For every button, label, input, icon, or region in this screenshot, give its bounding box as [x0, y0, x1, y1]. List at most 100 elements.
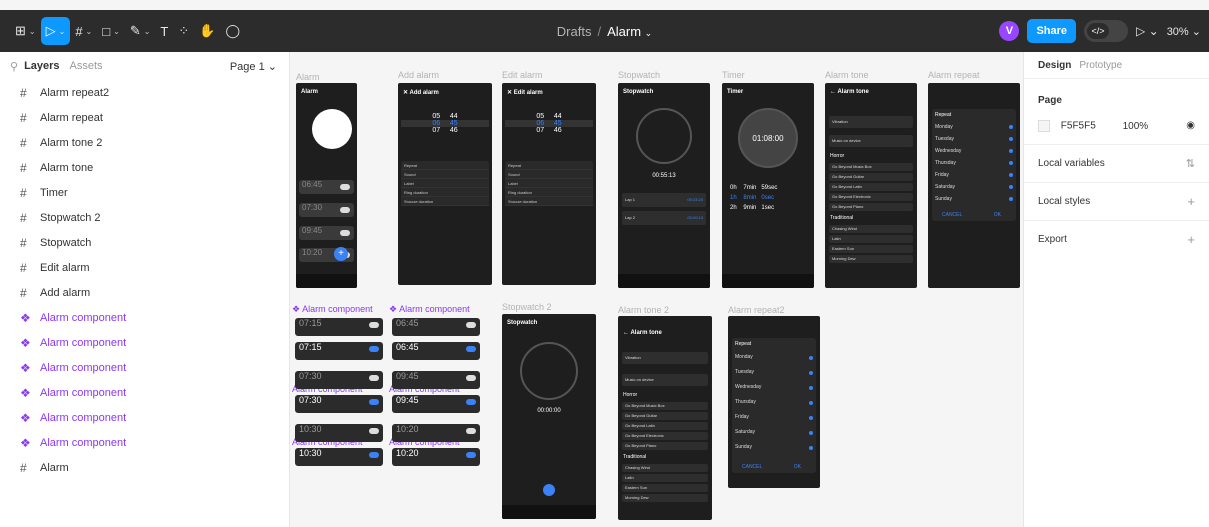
- timer-picker[interactable]: 0h 7min 59sec 1h 8min 0sec 2h 9min 1sec: [730, 183, 808, 213]
- alarm-toggle[interactable]: [466, 322, 476, 328]
- layer-item[interactable]: ❖ Alarm component: [0, 305, 289, 330]
- frame-edit-alarm[interactable]: ✕ Edit alarm 05 44 06 45 07 46 Repeat So…: [502, 83, 596, 285]
- checkbox-checked-icon[interactable]: [1009, 125, 1013, 129]
- dev-mode-toggle[interactable]: </>: [1084, 20, 1129, 42]
- day-row[interactable]: Friday: [732, 410, 816, 425]
- day-row[interactable]: Thursday: [932, 157, 1016, 169]
- cancel-button[interactable]: CANCEL: [742, 464, 762, 470]
- breadcrumb-folder[interactable]: Drafts: [557, 24, 592, 39]
- share-button[interactable]: Share: [1027, 19, 1077, 43]
- eye-icon[interactable]: ◉: [1186, 120, 1195, 131]
- tone-item[interactable]: Go Beyond Piano: [622, 442, 708, 450]
- frame-label-edit-alarm[interactable]: Edit alarm: [502, 70, 543, 80]
- zoom-dropdown[interactable]: 30% ⌄: [1167, 25, 1201, 38]
- frame-label-timer[interactable]: Timer: [722, 70, 745, 80]
- checkbox-checked-icon[interactable]: [1009, 173, 1013, 177]
- tone-item[interactable]: Go Beyond Latin: [829, 183, 913, 191]
- checkbox-checked-icon[interactable]: [809, 415, 813, 420]
- ok-button[interactable]: OK: [994, 212, 1001, 218]
- comment-tool-button[interactable]: ◯: [220, 17, 245, 45]
- frame-label-stopwatch[interactable]: Stopwatch: [618, 70, 660, 80]
- present-button[interactable]: ▷ ⌄: [1136, 24, 1159, 38]
- vibration-row[interactable]: Vibration: [622, 352, 708, 364]
- hand-tool-button[interactable]: ✋: [194, 17, 220, 45]
- day-row[interactable]: Monday: [732, 350, 816, 365]
- alarm-component[interactable]: 10:20: [392, 448, 480, 466]
- alarm-component[interactable]: 06:45: [392, 342, 480, 360]
- vibration-row[interactable]: Vibration: [829, 116, 913, 128]
- tone-item[interactable]: Latin: [622, 474, 708, 482]
- add-export-icon[interactable]: +: [1187, 221, 1195, 259]
- tone-item[interactable]: Morning Dew: [829, 255, 913, 263]
- frame-label-component[interactable]: ❖ Alarm component: [389, 304, 470, 315]
- tab-design[interactable]: Design: [1038, 60, 1071, 71]
- search-icon[interactable]: ⚲: [10, 60, 18, 73]
- tone-item[interactable]: Go Beyond Music Box: [622, 402, 708, 410]
- frame-stopwatch2[interactable]: Stopwatch 00:00:00: [502, 314, 596, 519]
- alarm-toggle[interactable]: [466, 428, 476, 434]
- layer-item[interactable]: # Timer: [0, 180, 289, 205]
- alarm-toggle[interactable]: [369, 346, 379, 352]
- setting-row[interactable]: Label: [505, 179, 593, 188]
- layer-item[interactable]: ❖ Alarm component: [0, 380, 289, 405]
- text-tool-button[interactable]: T: [155, 17, 173, 45]
- checkbox-checked-icon[interactable]: [809, 370, 813, 375]
- layer-item[interactable]: ❖ Alarm component: [0, 405, 289, 430]
- tone-item[interactable]: Go Beyond Guitar: [622, 412, 708, 420]
- day-row[interactable]: Sunday: [932, 193, 1016, 205]
- day-row[interactable]: Saturday: [932, 181, 1016, 193]
- tab-layers[interactable]: Layers: [24, 60, 59, 72]
- tab-prototype[interactable]: Prototype: [1079, 60, 1122, 71]
- setting-row[interactable]: Snooze duration: [505, 197, 593, 206]
- tone-item[interactable]: Chasing Wind: [622, 464, 708, 472]
- setting-row[interactable]: Sound: [505, 170, 593, 179]
- setting-row[interactable]: Sound: [401, 170, 489, 179]
- checkbox-checked-icon[interactable]: [1009, 161, 1013, 165]
- alarm-component[interactable]: 10:30: [295, 448, 383, 466]
- alarm-component[interactable]: 10:30: [295, 424, 383, 442]
- alarm-toggle[interactable]: [466, 375, 476, 381]
- frame-label-alarm-tone[interactable]: Alarm tone: [825, 70, 869, 80]
- layer-item[interactable]: ❖ Alarm component: [0, 430, 289, 455]
- day-row[interactable]: Friday: [932, 169, 1016, 181]
- alarm-toggle[interactable]: [369, 428, 379, 434]
- alarm-toggle[interactable]: [466, 452, 476, 458]
- tone-item[interactable]: Go Beyond Guitar: [829, 173, 913, 181]
- alarm-toggle[interactable]: [369, 375, 379, 381]
- setting-row[interactable]: Repeat: [505, 161, 593, 170]
- day-row[interactable]: Tuesday: [732, 365, 816, 380]
- move-tool-button[interactable]: ▷ ⌄: [40, 17, 71, 45]
- alarm-component[interactable]: 09:45: [392, 371, 480, 389]
- layer-item[interactable]: ❖ Alarm component: [0, 355, 289, 380]
- frame-alarm-repeat2[interactable]: Repeat Monday Tuesday Wednesday Thursday Fri…: [728, 316, 820, 488]
- page-selector[interactable]: Page 1 ⌄: [230, 60, 277, 73]
- checkbox-checked-icon[interactable]: [809, 355, 813, 360]
- ok-button[interactable]: OK: [794, 464, 801, 470]
- alarm-component[interactable]: 06:45: [392, 318, 480, 336]
- setting-row[interactable]: Repeat: [401, 161, 489, 170]
- frame-label-alarm-tone2[interactable]: Alarm tone 2: [618, 305, 669, 315]
- layer-item[interactable]: # Stopwatch: [0, 230, 289, 255]
- page-opacity-value[interactable]: 100%: [1123, 121, 1149, 132]
- alarm-toggle[interactable]: [340, 207, 350, 213]
- setting-row[interactable]: Ring duration: [401, 188, 489, 197]
- checkbox-checked-icon[interactable]: [1009, 197, 1013, 201]
- alarm-component[interactable]: 10:20: [392, 424, 480, 442]
- checkbox-checked-icon[interactable]: [809, 400, 813, 405]
- frame-label-alarm-repeat2[interactable]: Alarm repeat2: [728, 305, 785, 315]
- setting-row[interactable]: Label: [401, 179, 489, 188]
- alarm-toggle[interactable]: [466, 399, 476, 405]
- play-button[interactable]: [543, 484, 555, 496]
- tone-item[interactable]: Latin: [829, 235, 913, 243]
- time-picker[interactable]: 05 44 06 45 07 46: [401, 113, 489, 134]
- export-row[interactable]: Export +: [1024, 220, 1209, 258]
- alarm-toggle[interactable]: [369, 399, 379, 405]
- add-alarm-fab[interactable]: +: [334, 247, 348, 261]
- layer-item[interactable]: # Alarm repeat: [0, 105, 289, 130]
- alarm-component[interactable]: 07:15: [295, 342, 383, 360]
- frame-label-add-alarm[interactable]: Add alarm: [398, 70, 439, 80]
- tab-assets[interactable]: Assets: [70, 60, 103, 72]
- layer-item[interactable]: # Alarm: [0, 455, 289, 480]
- page-fill-row[interactable]: F5F5F5 100% ◉: [1038, 120, 1195, 132]
- alarm-toggle[interactable]: [369, 452, 379, 458]
